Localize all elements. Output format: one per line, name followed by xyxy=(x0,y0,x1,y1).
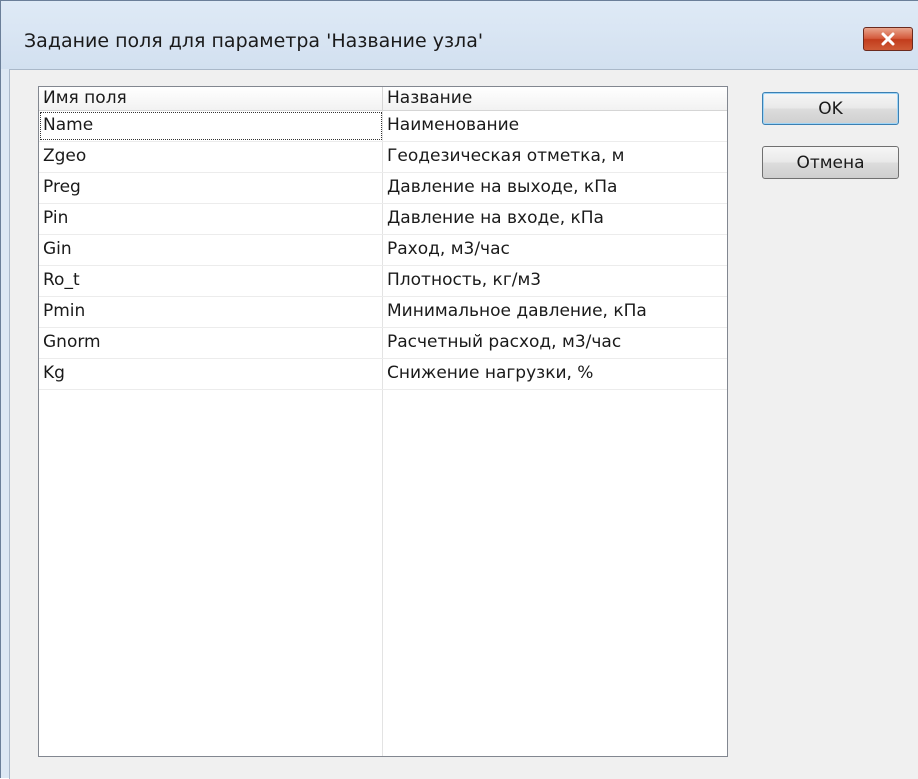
field-title-cell: Давление на входе, кПа xyxy=(387,208,604,228)
title-bar[interactable]: Задание поля для параметра 'Название узл… xyxy=(1,1,918,69)
field-name-cell: Preg xyxy=(43,177,81,197)
table-row[interactable]: Pmin Минимальное давление, кПа xyxy=(39,297,727,328)
column-header-field-name[interactable]: Имя поля xyxy=(39,87,383,111)
field-title-cell: Плотность, кг/м3 xyxy=(387,270,542,290)
field-name-cell: Kg xyxy=(43,363,65,383)
close-button[interactable] xyxy=(863,27,913,51)
dialog-window: Задание поля для параметра 'Название узл… xyxy=(0,0,918,779)
table-row[interactable]: Preg Давление на выходе, кПа xyxy=(39,173,727,204)
field-name-cell: Pin xyxy=(43,208,69,228)
field-name-cell: Pmin xyxy=(43,301,86,321)
fields-list[interactable]: Имя поля Название Name Наименование Zgeo… xyxy=(38,86,728,757)
field-name-cell: Gnorm xyxy=(43,332,101,352)
dialog-client-area: Имя поля Название Name Наименование Zgeo… xyxy=(9,69,918,779)
table-row[interactable]: Zgeo Геодезическая отметка, м xyxy=(39,142,727,173)
column-header-title[interactable]: Название xyxy=(383,87,727,111)
table-row[interactable]: Gin Раход, м3/час xyxy=(39,235,727,266)
table-row[interactable]: Gnorm Расчетный расход, м3/час xyxy=(39,328,727,359)
field-title-cell: Расчетный расход, м3/час xyxy=(387,332,622,352)
table-body: Name Наименование Zgeo Геодезическая отм… xyxy=(39,111,727,390)
table-row[interactable]: Kg Снижение нагрузки, % xyxy=(39,359,727,390)
field-title-cell: Снижение нагрузки, % xyxy=(387,363,594,383)
field-name-cell: Zgeo xyxy=(43,146,87,166)
cancel-button[interactable]: Отмена xyxy=(762,146,899,179)
table-row[interactable]: Ro_t Плотность, кг/м3 xyxy=(39,266,727,297)
field-title-cell: Минимальное давление, кПа xyxy=(387,301,647,321)
field-title-cell: Раход, м3/час xyxy=(387,239,510,259)
field-name-cell: Gin xyxy=(43,239,72,259)
ok-button[interactable]: OK xyxy=(762,92,899,125)
field-title-cell: Наименование xyxy=(387,115,520,135)
field-name-cell: Name xyxy=(39,111,383,141)
close-icon xyxy=(881,32,895,46)
window-title: Задание поля для параметра 'Название узл… xyxy=(24,30,484,52)
table-row[interactable]: Name Наименование xyxy=(39,111,727,142)
table-row[interactable]: Pin Давление на входе, кПа xyxy=(39,204,727,235)
field-name-cell: Ro_t xyxy=(43,270,80,290)
field-title-cell: Давление на выходе, кПа xyxy=(387,177,618,197)
field-title-cell: Геодезическая отметка, м xyxy=(387,146,625,166)
